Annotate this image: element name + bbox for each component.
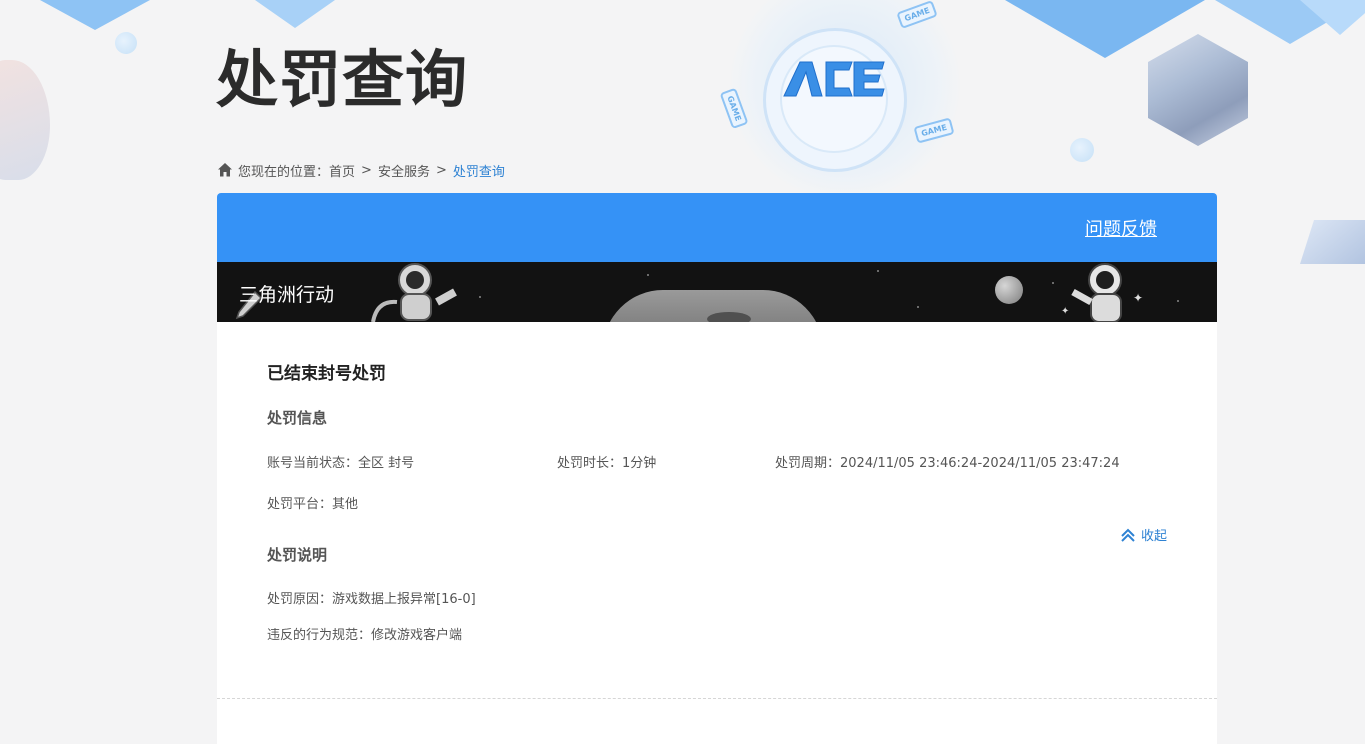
page-title: 处罚查询 [216, 43, 469, 116]
section-divider [217, 698, 1217, 699]
status-label: 账号当前状态： [267, 456, 359, 471]
double-chevron-up-icon [1120, 527, 1136, 543]
info-row: 处罚平台：其他 [267, 495, 1167, 515]
astronaut-right-illustration: ✦ ✦ [1061, 263, 1143, 322]
breadcrumb-security-link[interactable]: 安全服务 [378, 161, 430, 180]
info-section-title: 处罚信息 [267, 409, 328, 427]
platform-value: 其他 [332, 497, 359, 512]
info-row: 违反的行为规范：修改游戏客户端 [267, 626, 1167, 646]
breadcrumb-separator: > [361, 162, 372, 178]
star-decor [1052, 282, 1054, 284]
rule-label: 违反的行为规范： [267, 628, 372, 643]
breadcrumb-home-link[interactable]: 首页 [329, 161, 355, 180]
punishment-detail: 已结束封号处罚 处罚信息 账号当前状态：全区 封号 处罚时长：1分钟 处罚周期：… [217, 322, 1217, 646]
info-row: 处罚原因：游戏数据上报异常[16-0] [267, 590, 1167, 610]
decor-triangle [255, 0, 335, 28]
period-label: 处罚周期： [775, 456, 841, 471]
star-decor [917, 306, 919, 308]
platform-label: 处罚平台： [267, 497, 333, 512]
violated-rule: 违反的行为规范：修改游戏客户端 [267, 626, 462, 646]
collapse-label: 收起 [1140, 529, 1167, 544]
star-decor [877, 270, 879, 272]
spaceship-dome [707, 312, 751, 322]
breadcrumb-prefix: 您现在的位置： [238, 164, 330, 180]
game-name: 三角洲行动 [239, 284, 335, 306]
decor-character-left [0, 60, 50, 180]
desc-section-title: 处罚说明 [267, 546, 328, 564]
svg-text:✦: ✦ [1061, 306, 1069, 317]
game-banner: ✦ ✦ 三角洲行动 [217, 262, 1217, 322]
decor-bubble [115, 32, 137, 54]
home-icon [217, 162, 233, 178]
breadcrumb-current: 处罚查询 [452, 164, 505, 180]
decor-bubble [1070, 138, 1094, 162]
punish-period: 处罚周期：2024/11/05 23:46:24-2024/11/05 23:4… [775, 454, 1120, 474]
collapse-button[interactable]: 收起 [1120, 525, 1167, 544]
punish-reason: 处罚原因：游戏数据上报异常[16-0] [267, 590, 476, 610]
punish-duration: 处罚时长：1分钟 [557, 454, 775, 474]
punishment-card: 问题反馈 ✦ ✦ 三角洲行动 已结束封号处罚 处罚信息 账号当前状态：全区 封号… [217, 193, 1217, 744]
period-value: 2024/11/05 23:46:24-2024/11/05 23:47:24 [840, 456, 1120, 471]
svg-text:✦: ✦ [1133, 291, 1143, 305]
account-status: 账号当前状态：全区 封号 [267, 454, 557, 474]
breadcrumb: 您现在的位置： 首页 > 安全服务 > 处罚查询 [217, 160, 505, 180]
star-decor [1177, 300, 1179, 302]
star-decor [479, 296, 481, 298]
breadcrumb-separator: > [435, 162, 447, 178]
status-value: 全区 封号 [358, 456, 415, 471]
page-root: GAME GAME GAME 处罚查询 您现在的位置： 首页 > 安全服务 > … [0, 0, 1365, 744]
info-row: 账号当前状态：全区 封号 处罚时长：1分钟 处罚周期：2024/11/05 23… [267, 454, 1167, 474]
card-header: 问题反馈 [217, 193, 1217, 262]
duration-label: 处罚时长： [557, 456, 623, 471]
ace-logo [783, 61, 885, 97]
star-decor [647, 274, 649, 276]
rule-value: 修改游戏客户端 [371, 628, 463, 643]
decor-triangle [40, 0, 150, 30]
astronaut-left-illustration [371, 263, 457, 322]
planet-illustration [995, 276, 1023, 304]
decor-triangle [1300, 0, 1365, 35]
punishment-title: 已结束封号处罚 [267, 364, 386, 384]
punish-platform: 处罚平台：其他 [267, 495, 358, 515]
reason-value: 游戏数据上报异常[16-0] [332, 592, 476, 607]
decor-character-right [1300, 220, 1365, 264]
feedback-link[interactable]: 问题反馈 [1085, 215, 1157, 241]
reason-label: 处罚原因： [267, 592, 333, 607]
duration-value: 1分钟 [622, 456, 657, 471]
